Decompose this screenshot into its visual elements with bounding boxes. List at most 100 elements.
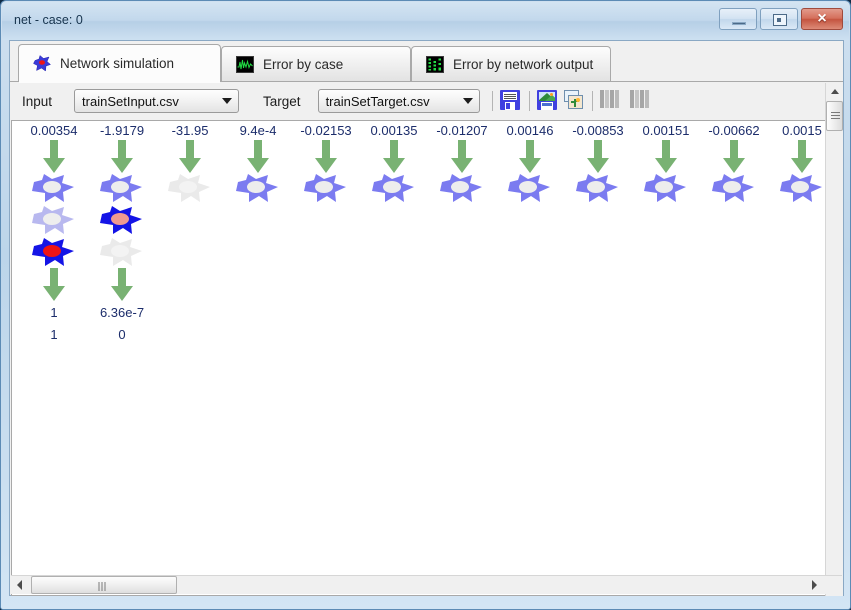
- grip-icon: [98, 582, 110, 591]
- neuron-layer1[interactable]: [88, 172, 156, 204]
- title-bar[interactable]: net - case: 0 ×: [2, 2, 849, 40]
- target-value: 0: [118, 327, 126, 342]
- input-arrow-icon: [292, 140, 360, 173]
- tab-label-error-by-network-output: Error by network output: [453, 57, 594, 72]
- neuron-layer2[interactable]: [88, 204, 156, 236]
- toolbar-separator: [528, 91, 530, 111]
- neuron-layer1[interactable]: [564, 172, 632, 204]
- input-arrow-icon: [700, 140, 768, 173]
- copy-images-button[interactable]: [563, 90, 586, 112]
- maximize-button[interactable]: [760, 8, 798, 30]
- neuron-output[interactable]: [20, 236, 88, 268]
- network-column[interactable]: -0.00853: [564, 121, 632, 204]
- output-value: 6.36e-7: [99, 305, 145, 320]
- scroll-left-button[interactable]: [11, 576, 29, 594]
- application-window: net - case: 0 × Network simulation Error…: [0, 0, 851, 610]
- toolbar-separator: [491, 91, 493, 111]
- input-arrow-icon: [360, 140, 428, 173]
- target-file-combobox[interactable]: trainSetTarget.csv: [317, 89, 480, 113]
- network-column[interactable]: -0.02153: [292, 121, 360, 204]
- chevron-down-icon[interactable]: [457, 90, 479, 112]
- client-area: Network simulation Error by case Error b…: [9, 40, 844, 596]
- close-icon: ×: [817, 10, 827, 27]
- input-value: 0.00135: [370, 123, 418, 138]
- neuron-layer1[interactable]: [632, 172, 700, 204]
- input-value: -0.02153: [300, 123, 352, 138]
- maximize-icon: [773, 14, 787, 26]
- network-column[interactable]: -31.95: [156, 121, 224, 204]
- network-column[interactable]: 9.4e-4: [224, 121, 292, 204]
- vertical-scrollbar[interactable]: [825, 83, 843, 596]
- tab-error-by-network-output[interactable]: Error by network output: [411, 46, 611, 82]
- toolbar-separator: [591, 91, 593, 111]
- network-column[interactable]: 0.00354 1 1: [20, 121, 88, 346]
- grip-icon: [831, 112, 840, 121]
- output-value: 1: [50, 305, 58, 320]
- input-arrow-icon: [88, 140, 156, 173]
- chevron-down-icon[interactable]: [216, 90, 238, 112]
- save-data-button[interactable]: [499, 90, 522, 112]
- neuron-layer1[interactable]: [496, 172, 564, 204]
- triangle-right-icon: [812, 580, 817, 590]
- input-value: -31.95: [171, 123, 209, 138]
- network-column[interactable]: 0.00135: [360, 121, 428, 204]
- triangle-left-icon: [17, 580, 22, 590]
- input-value: -0.01207: [436, 123, 488, 138]
- input-file-combobox[interactable]: trainSetInput.csv: [74, 89, 240, 113]
- input-label: Input: [22, 93, 53, 109]
- columns-button-1: [599, 90, 622, 112]
- neuron-layer2[interactable]: [20, 204, 88, 236]
- close-button[interactable]: ×: [801, 8, 843, 30]
- network-diagram-canvas[interactable]: 0.00354 1 1 -1.9179 6.36e-7 0 -31.95 9.4e-4 -0.0…: [11, 120, 842, 596]
- input-value: 0.00146: [506, 123, 554, 138]
- minimize-button[interactable]: [719, 8, 757, 30]
- input-arrow-icon: [496, 140, 564, 173]
- horizontal-scroll-thumb[interactable]: [31, 576, 177, 594]
- neuron-layer1[interactable]: [20, 172, 88, 204]
- network-column[interactable]: 0.00151: [632, 121, 700, 204]
- tab-strip: Network simulation Error by case Error b…: [10, 41, 843, 83]
- columns-button-2: [629, 90, 652, 112]
- target-label: Target: [263, 93, 301, 109]
- input-value: 0.00151: [642, 123, 690, 138]
- network-columns: 0.00354 1 1 -1.9179 6.36e-7 0 -31.95 9.4e-4 -0.0…: [12, 121, 841, 595]
- scroll-up-button[interactable]: [826, 83, 843, 100]
- input-arrow-icon: [632, 140, 700, 173]
- input-value: 0.00354: [20, 121, 88, 140]
- input-arrow-icon: [20, 140, 88, 173]
- tab-network-simulation[interactable]: Network simulation: [18, 44, 221, 83]
- save-image-button[interactable]: [536, 90, 559, 112]
- neuron-layer1[interactable]: [224, 172, 292, 204]
- vertical-scroll-thumb[interactable]: [826, 101, 843, 131]
- input-value: -1.9179: [99, 123, 145, 138]
- input-arrow-icon: [224, 140, 292, 173]
- target-file-value: trainSetTarget.csv: [325, 93, 430, 109]
- neuron-layer1[interactable]: [292, 172, 360, 204]
- input-value: -0.00662: [708, 123, 760, 138]
- network-column[interactable]: -0.00662: [700, 121, 768, 204]
- waveform-chart-icon: [236, 56, 254, 73]
- input-value: 9.4e-4: [239, 123, 277, 138]
- input-value: -0.00853: [572, 123, 624, 138]
- tab-error-by-case[interactable]: Error by case: [221, 46, 411, 82]
- neuron-layer1[interactable]: [700, 172, 768, 204]
- neuron-star-icon: [33, 55, 51, 72]
- network-column[interactable]: -1.9179 6.36e-7 0: [88, 121, 156, 346]
- neuron-layer1[interactable]: [360, 172, 428, 204]
- window-controls: ×: [719, 8, 843, 30]
- target-value: 1: [50, 327, 58, 342]
- scroll-right-button[interactable]: [806, 576, 824, 594]
- horizontal-scrollbar[interactable]: [11, 575, 842, 594]
- tab-label-network-simulation: Network simulation: [60, 56, 175, 71]
- output-arrow-icon: [20, 268, 88, 302]
- input-arrow-icon: [428, 140, 496, 173]
- input-arrow-icon: [156, 140, 224, 173]
- neuron-output[interactable]: [88, 236, 156, 268]
- neuron-layer1[interactable]: [156, 172, 224, 204]
- minimize-icon: [732, 22, 746, 25]
- input-value-highlighted: 0.00354: [30, 123, 78, 138]
- network-column[interactable]: -0.01207: [428, 121, 496, 204]
- tab-label-error-by-case: Error by case: [263, 57, 344, 72]
- network-column[interactable]: 0.00146: [496, 121, 564, 204]
- neuron-layer1[interactable]: [428, 172, 496, 204]
